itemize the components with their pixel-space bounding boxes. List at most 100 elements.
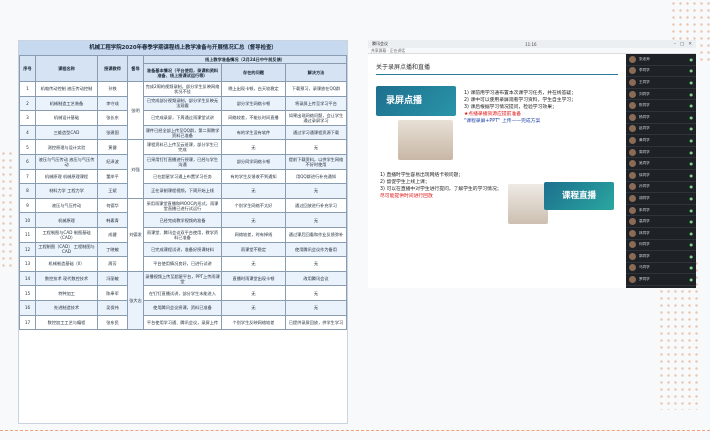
header-teacher: 授课教师 <box>97 55 128 82</box>
cell-teacher: 张东民 <box>97 314 128 331</box>
participant-name: 朱同学 <box>639 207 650 212</box>
avatar <box>629 125 636 133</box>
cell-course: 机械原理 <box>35 212 98 228</box>
maximize-icon[interactable]: □ <box>680 42 684 47</box>
participant-tile[interactable]: 黄同学 ● <box>626 135 696 147</box>
live-text: 1) 直播时学生容易出现网络卡顿问题； 2) 督促学生上线上课； 3) 可以在直播中… <box>380 172 510 200</box>
participant-tile[interactable]: 高同学 ● <box>626 216 696 228</box>
header-no: 序号 <box>19 55 36 82</box>
cell-teacher: 张建国 <box>97 124 128 141</box>
participant-tile[interactable]: 陈同学 ● <box>626 100 696 112</box>
close-icon[interactable]: ✕ <box>688 42 692 47</box>
header-course: 课程名称 <box>35 55 98 82</box>
mic-icon: ● <box>689 79 694 85</box>
mic-icon: ● <box>689 56 694 62</box>
recorded-note: ★点播录播资源应提前准备 <box>464 112 522 117</box>
cell-basic: 完成2周的视频录制，部分学生反映网络状况不佳 <box>143 81 222 97</box>
cell-basic: 使用腾讯会议授课，资料已准备 <box>143 299 222 316</box>
participant-tile[interactable]: 徐同学 ● <box>626 170 696 182</box>
participant-name: 刘同学 <box>639 91 650 96</box>
recorded-playback-lines: 1) 课前用学习通布置本次课学习任务，并在线答疑； 2) 课中可以使用录屏观看学习… <box>464 90 620 111</box>
cell-teacher: 董岸平 <box>97 168 128 185</box>
mic-icon: ● <box>689 207 694 213</box>
participant-tile[interactable]: 张老师 ● <box>626 54 696 66</box>
participant-tile[interactable]: 何同学 ● <box>626 240 696 252</box>
participant-name: 赵同学 <box>639 126 650 131</box>
header-problem: 存在的问题 <box>221 63 286 82</box>
minimize-icon[interactable]: – <box>674 42 676 47</box>
cell-problem: 个别学生网络不太好 <box>221 197 286 214</box>
cell-problem: 雨课堂不稳定 <box>221 241 286 258</box>
participant-tile[interactable]: 孙同学 ● <box>626 182 696 194</box>
cell-group: 刘强 <box>127 139 144 199</box>
participant-name: 陈同学 <box>639 103 650 108</box>
cell-problem: 有的学生没有软件 <box>221 124 286 141</box>
cell-no: 13 <box>19 256 36 272</box>
cell-course: 先进制造技术 <box>35 299 98 316</box>
participant-tile[interactable]: 朱同学 ● <box>626 205 696 217</box>
cell-basic: 雨课堂、腾讯会议双平台使用，教学资料已准备 <box>143 226 222 243</box>
cell-problem: 直播时雨课堂出现卡顿 <box>221 270 286 287</box>
participant-tile[interactable]: 王同学 ● <box>626 77 696 89</box>
cell-solution: 用QQ群进行补充通知 <box>285 168 347 185</box>
cell-teacher: 何德华 <box>97 197 128 214</box>
toolbar-status: 共享屏幕 · 正在讲话 <box>371 47 405 53</box>
cell-problem: 无 <box>221 212 286 228</box>
cell-problem: 无 <box>221 299 286 316</box>
cell-problem: 网络较差，不能长时间直播 <box>221 110 286 126</box>
participant-tile[interactable]: 马同学 ● <box>626 263 696 275</box>
slide-text-line: 1) 课前用学习通布置本次课学习任务，并在线答疑； <box>464 91 576 96</box>
cell-no: 9 <box>19 197 36 214</box>
cell-course: 材料力学 工程力学 <box>35 183 98 199</box>
participant-tile[interactable]: 赵同学 ● <box>626 124 696 136</box>
participant-tile[interactable]: 吴同学 ● <box>626 158 696 170</box>
table-body: 1 机电传动控制 液压传动控制 孙铁 张明 完成2周的视频录制，部分学生反映网络状况不佳… <box>19 80 347 331</box>
cell-solution: 无 <box>285 183 347 199</box>
cell-course: 机械设计基础 <box>35 110 98 126</box>
recorded-playback-text: 1) 课前用学习通布置本次课学习任务，并在线答疑； 2) 课中可以使用录屏观看学习… <box>464 90 620 125</box>
table-row: 10 机械原理 韩素青 已经完成教学视频的准备无无 <box>19 212 347 228</box>
cell-solution: 通过课后回看和作业反馈弥补 <box>285 226 347 243</box>
participant-tile[interactable]: 杨同学 ● <box>626 112 696 124</box>
cell-solution: 无 <box>285 285 347 301</box>
participant-tile[interactable]: 罗同学 ● <box>626 274 696 286</box>
cell-course: 三维造型CAD <box>35 124 98 141</box>
slide-heading: 关于录屏点播和直播 <box>376 64 431 71</box>
cell-basic: 课程资料已上传至云班课，部分学生已完成 <box>143 139 222 155</box>
table-row: 16 先进制造技术 吴保伟 使用腾讯会议授课，资料已准备无无 <box>19 299 347 316</box>
participant-tile[interactable]: 林同学 ● <box>626 228 696 240</box>
cell-solution: 无 <box>285 212 347 228</box>
mic-icon: ● <box>689 184 694 190</box>
participant-name: 林同学 <box>639 230 650 235</box>
participant-tile[interactable]: 周同学 ● <box>626 147 696 159</box>
participant-tile[interactable]: 胡同学 ● <box>626 193 696 205</box>
participant-name: 吴同学 <box>639 161 650 166</box>
mic-icon: ● <box>689 114 694 120</box>
avatar <box>629 264 636 272</box>
cell-problem: 晚上出现卡顿，白天较稳定 <box>221 81 286 97</box>
participant-name: 张老师 <box>639 56 650 61</box>
cell-no: 7 <box>19 168 36 185</box>
page: 机械工程学院2020年春季学期课程线上教学准备与开展情况汇总（督导检查） 序号 … <box>0 0 710 440</box>
participant-tile[interactable]: 刘同学 ● <box>626 89 696 101</box>
document-title: 机械工程学院2020年春季学期课程线上教学准备与开展情况汇总（督导检查） <box>19 41 347 55</box>
participant-tile[interactable]: 郭同学 ● <box>626 251 696 263</box>
slide-text-line: 3) 课后根据学习情况提问，检验学习效果； <box>464 105 557 110</box>
cell-problem: 网络较差，时有掉线 <box>221 226 286 243</box>
cell-no: 5 <box>19 139 36 155</box>
cell-course: 机械制造基础（II） <box>35 256 98 272</box>
cell-teacher: 韩素青 <box>97 212 128 228</box>
dot-pattern-left <box>0 150 14 270</box>
avatar <box>629 171 636 179</box>
cell-course: 特种加工 <box>35 285 98 301</box>
table-row: 12 工程制图（CAD） 工程制图与CAD 丁晓敏 已完成课程试讲，准备好授课材料 雨课… <box>19 241 347 258</box>
participant-name: 孙同学 <box>639 184 650 189</box>
participant-name: 郭同学 <box>639 253 650 258</box>
table-row: 3 机械设计基础 张长东 已完成录屏，下周通过雨课堂试讲 网络较差，不能长时间直播 如果出… <box>19 110 347 126</box>
slide-text-line: 2) 课中可以使用录屏观看学习资料，学生自主学习； <box>464 98 576 103</box>
cell-teacher: 张长东 <box>97 110 128 126</box>
mic-icon: ● <box>689 230 694 236</box>
participant-tile[interactable]: 李同学 ● <box>626 66 696 78</box>
window-controls: – □ ✕ <box>674 42 692 47</box>
cell-teacher: 黄健 <box>97 139 128 155</box>
